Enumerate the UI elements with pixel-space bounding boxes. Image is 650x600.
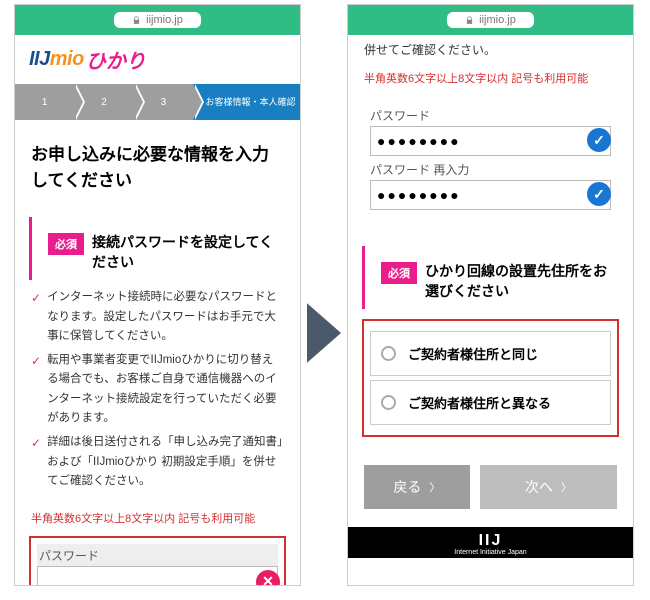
footer: IIJ Internet Initiative Japan xyxy=(348,527,633,558)
ok-icon: ✓ xyxy=(587,128,611,152)
url-pill[interactable]: iijmio.jp xyxy=(114,12,201,28)
logo-hikari: ひかり xyxy=(86,45,146,74)
step-1: 1 xyxy=(15,84,74,120)
chevron-right-icon: 〉 xyxy=(561,479,572,495)
browser-address-bar: iijmio.jp xyxy=(15,5,300,35)
ok-icon: ✓ xyxy=(587,182,611,206)
section-password: 必須 接続パスワードを設定してください xyxy=(29,217,300,280)
lock-icon xyxy=(132,16,141,25)
back-button[interactable]: 戻る 〉 xyxy=(364,465,470,509)
section-address: 必須 ひかり回線の設置先住所をお選びください xyxy=(362,246,633,309)
next-button[interactable]: 次へ 〉 xyxy=(480,465,617,509)
section-title-text: 接続パスワードを設定してください xyxy=(92,233,284,272)
password-notes: ✓インターネット接続時に必要なパスワードとなります。設定したパスワードはお手元で… xyxy=(15,280,300,503)
password-hint: 半角英数6文字以上8文字以内 記号も利用可能 xyxy=(15,504,300,532)
flow-arrow-icon xyxy=(307,303,341,368)
radio-same-address[interactable]: ご契約者様住所と同じ xyxy=(370,331,611,376)
radio-icon xyxy=(381,395,396,410)
check-icon: ✓ xyxy=(31,288,41,347)
top-paragraph: 併せてご確認ください。 xyxy=(348,35,633,64)
url-text: iijmio.jp xyxy=(479,14,516,26)
password-box-ok: パスワード ✓ パスワード 再入力 ✓ xyxy=(362,96,619,220)
password-hint: 半角英数6文字以上8文字以内 記号も利用可能 xyxy=(348,64,633,92)
password-label: パスワード xyxy=(37,544,278,566)
radio-icon xyxy=(381,346,396,361)
phone-screen-right: iijmio.jp 併せてご確認ください。 半角英数6文字以上8文字以内 記号も… xyxy=(347,4,634,586)
footer-subtext: Internet Initiative Japan xyxy=(348,549,633,556)
password-label: パスワード xyxy=(370,104,611,126)
required-badge: 必須 xyxy=(381,262,417,284)
footer-logo: IIJ xyxy=(348,533,633,549)
section-title-text: ひかり回線の設置先住所をお選びください xyxy=(425,262,617,301)
url-pill[interactable]: iijmio.jp xyxy=(447,12,534,28)
required-badge: 必須 xyxy=(48,233,84,255)
check-icon: ✓ xyxy=(31,351,41,429)
browser-address-bar: iijmio.jp xyxy=(348,5,633,35)
progress-steps: 1 2 3 お客様情報・本人確認 xyxy=(15,84,300,120)
brand-logo: IIJmio ひかり xyxy=(15,35,300,84)
page-title: お申し込みに必要な情報を入力してください xyxy=(15,120,300,203)
password-input[interactable] xyxy=(37,566,278,586)
step-active: お客様情報・本人確認 xyxy=(193,84,300,120)
phone-screen-left: iijmio.jp IIJmio ひかり 1 2 3 お客様情報・本人確認 お申… xyxy=(14,4,301,586)
password-box-error: パスワード ✕ パスワード 再入力 ✕ xyxy=(29,536,286,586)
nav-buttons: 戻る 〉 次へ 〉 xyxy=(348,447,633,527)
chevron-right-icon: 〉 xyxy=(429,479,440,495)
url-text: iijmio.jp xyxy=(146,14,183,26)
lock-icon xyxy=(465,16,474,25)
password-input[interactable] xyxy=(370,126,611,156)
address-radio-group: ご契約者様住所と同じ ご契約者様住所と異なる xyxy=(362,319,619,437)
check-icon: ✓ xyxy=(31,433,41,492)
radio-diff-address[interactable]: ご契約者様住所と異なる xyxy=(370,380,611,425)
password-confirm-input[interactable] xyxy=(370,180,611,210)
password-confirm-label: パスワード 再入力 xyxy=(370,158,611,180)
